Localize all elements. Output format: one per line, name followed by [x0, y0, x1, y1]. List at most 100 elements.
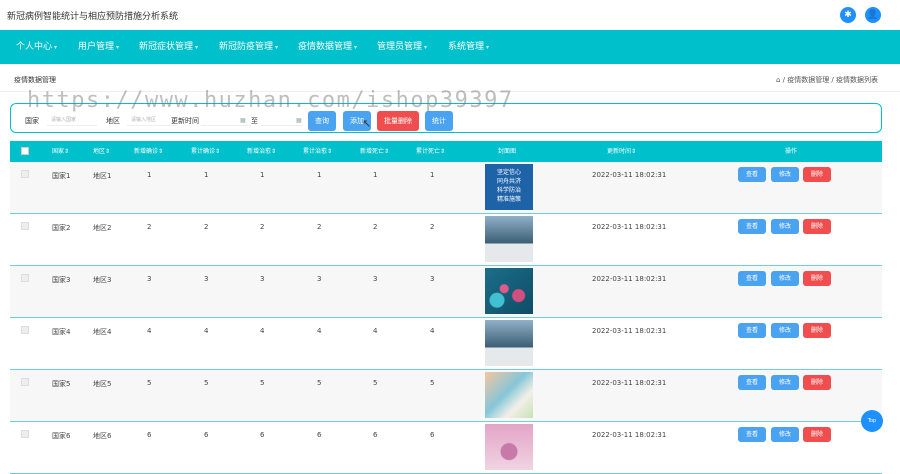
view-button[interactable]: 查看	[738, 219, 766, 234]
app-title: 新冠病例智能统计与相应预防措施分析系统	[7, 12, 179, 22]
cell-region: 地区2	[93, 224, 112, 232]
col-header-new-cured[interactable]: 新增治愈⇕	[247, 141, 276, 162]
cell-new-deaths: 2	[373, 223, 378, 231]
cell-region: 地区3	[93, 276, 112, 284]
share-icon[interactable]: ✱	[840, 7, 856, 23]
nav-label: 个人中心	[16, 42, 53, 52]
view-button[interactable]: 查看	[738, 323, 766, 338]
delete-button[interactable]: 删除	[803, 427, 831, 442]
cell-new-deaths: 4	[373, 327, 378, 335]
cell-country: 国家1	[52, 172, 71, 180]
select-all-checkbox[interactable]	[21, 147, 29, 155]
cell-new-cured: 1	[260, 171, 265, 179]
cell-new-cured: 5	[260, 379, 265, 387]
stats-button[interactable]: 统计	[425, 111, 453, 131]
col-header-country[interactable]: 国家⇕	[52, 141, 69, 162]
delete-button[interactable]: 删除	[803, 219, 831, 234]
cell-total-cured: 2	[317, 223, 322, 231]
nav-label: 系统管理	[448, 42, 485, 52]
search-panel: 国家 地区 更新时间 ▦ 至 ▦ 查询 添加 批量删除 统计	[10, 103, 882, 133]
cell-update-time: 2022-03-11 18:02:31	[592, 327, 667, 335]
cell-total-confirmed: 2	[204, 223, 209, 231]
table-row: 国家6 地区6 6 6 6 6 6 6 2022-03-11 18:02:31 …	[10, 422, 882, 474]
cell-total-confirmed: 1	[204, 171, 209, 179]
table-row: 国家3 地区3 3 3 3 3 3 3 2022-03-11 18:02:31 …	[10, 266, 882, 318]
cell-total-confirmed: 4	[204, 327, 209, 335]
back-to-top-button[interactable]: Top	[861, 410, 883, 432]
row-checkbox[interactable]	[21, 170, 29, 178]
edit-button[interactable]: 修改	[771, 167, 799, 182]
view-button[interactable]: 查看	[738, 427, 766, 442]
delete-button[interactable]: 删除	[803, 323, 831, 338]
update-time-label: 更新时间	[171, 117, 199, 125]
country-input[interactable]	[47, 114, 97, 126]
cell-new-deaths: 3	[373, 275, 378, 283]
delete-button[interactable]: 删除	[803, 271, 831, 286]
nav-item-symptom-management[interactable]: 新冠症状管理 ▾	[139, 30, 198, 64]
nav-item-personal-center[interactable]: 个人中心 ▾	[16, 30, 57, 64]
table-header: 国家⇕ 地区⇕ 新增确诊⇕ 累计确诊⇕ 新增治愈⇕ 累计治愈⇕ 新增死亡⇕ 累计…	[10, 141, 882, 162]
nav-item-user-management[interactable]: 用户管理 ▾	[78, 30, 119, 64]
nav-label: 新冠防疫管理	[219, 42, 274, 52]
user-icon[interactable]: 👤	[865, 7, 881, 23]
col-header-total-cured[interactable]: 累计治愈⇕	[303, 141, 332, 162]
nav-label: 管理员管理	[377, 42, 423, 52]
edit-button[interactable]: 修改	[771, 323, 799, 338]
cell-new-confirmed: 5	[147, 379, 152, 387]
top-bar: 新冠病例智能统计与相应预防措施分析系统 ✱ 👤	[0, 0, 900, 30]
nav-item-system-management[interactable]: 系统管理 ▾	[448, 30, 489, 64]
row-checkbox[interactable]	[21, 326, 29, 334]
nav-label: 用户管理	[78, 42, 115, 52]
col-header-new-deaths[interactable]: 新增死亡⇕	[360, 141, 389, 162]
cover-image	[485, 424, 533, 470]
edit-button[interactable]: 修改	[771, 271, 799, 286]
cell-total-deaths: 4	[430, 327, 435, 335]
batch-delete-button[interactable]: 批量删除	[377, 111, 419, 131]
table-row: 国家1 地区1 1 1 1 1 1 1 坚定信心 同舟共济 科学防治 精准施策 …	[10, 162, 882, 214]
cell-country: 国家4	[52, 328, 71, 336]
cell-total-confirmed: 3	[204, 275, 209, 283]
breadcrumb[interactable]: ⌂ / 疫情数据管理 / 疫情数据列表	[776, 75, 878, 85]
query-button[interactable]: 查询	[308, 111, 336, 131]
cover-image	[485, 216, 533, 262]
row-checkbox[interactable]	[21, 430, 29, 438]
cell-total-cured: 4	[317, 327, 322, 335]
delete-button[interactable]: 删除	[803, 167, 831, 182]
col-header-update-time[interactable]: 更新时间⇕	[607, 141, 636, 162]
nav-item-admin-management[interactable]: 管理员管理 ▾	[377, 30, 427, 64]
calendar-icon: ▦	[240, 117, 246, 124]
col-header-new-confirmed[interactable]: 新增确诊⇕	[134, 141, 163, 162]
chevron-down-icon: ▾	[275, 44, 279, 51]
cell-total-cured: 1	[317, 171, 322, 179]
cell-country: 国家3	[52, 276, 71, 284]
cell-new-cured: 4	[260, 327, 265, 335]
row-checkbox[interactable]	[21, 274, 29, 282]
nav-item-prevention-management[interactable]: 新冠防疫管理 ▾	[219, 30, 278, 64]
view-button[interactable]: 查看	[738, 271, 766, 286]
edit-button[interactable]: 修改	[771, 375, 799, 390]
col-header-total-confirmed[interactable]: 累计确诊⇕	[191, 141, 220, 162]
view-button[interactable]: 查看	[738, 167, 766, 182]
col-header-region[interactable]: 地区⇕	[93, 141, 110, 162]
nav-item-epidemic-data[interactable]: 疫情数据管理 ▾	[298, 30, 357, 64]
row-checkbox[interactable]	[21, 222, 29, 230]
row-checkbox[interactable]	[21, 378, 29, 386]
view-button[interactable]: 查看	[738, 375, 766, 390]
region-input[interactable]	[127, 114, 177, 126]
country-label: 国家	[25, 117, 39, 125]
cover-image: 坚定信心 同舟共济 科学防治 精准施策	[485, 164, 533, 210]
mouse-cursor-icon: ↖	[362, 117, 372, 130]
edit-button[interactable]: 修改	[771, 219, 799, 234]
col-header-total-deaths[interactable]: 累计死亡⇕	[416, 141, 445, 162]
breadcrumb-bar: 疫情数据管理 ⌂ / 疫情数据管理 / 疫情数据列表	[0, 64, 900, 92]
edit-button[interactable]: 修改	[771, 427, 799, 442]
table-row: 国家4 地区4 4 4 4 4 4 4 2022-03-11 18:02:31 …	[10, 318, 882, 370]
cover-image	[485, 372, 533, 418]
cover-image	[485, 320, 533, 366]
cell-total-deaths: 5	[430, 379, 435, 387]
delete-button[interactable]: 删除	[803, 375, 831, 390]
cell-region: 地区4	[93, 328, 112, 336]
cell-new-cured: 2	[260, 223, 265, 231]
col-header-cover-image: 封面图	[498, 148, 517, 155]
cell-new-confirmed: 2	[147, 223, 152, 231]
